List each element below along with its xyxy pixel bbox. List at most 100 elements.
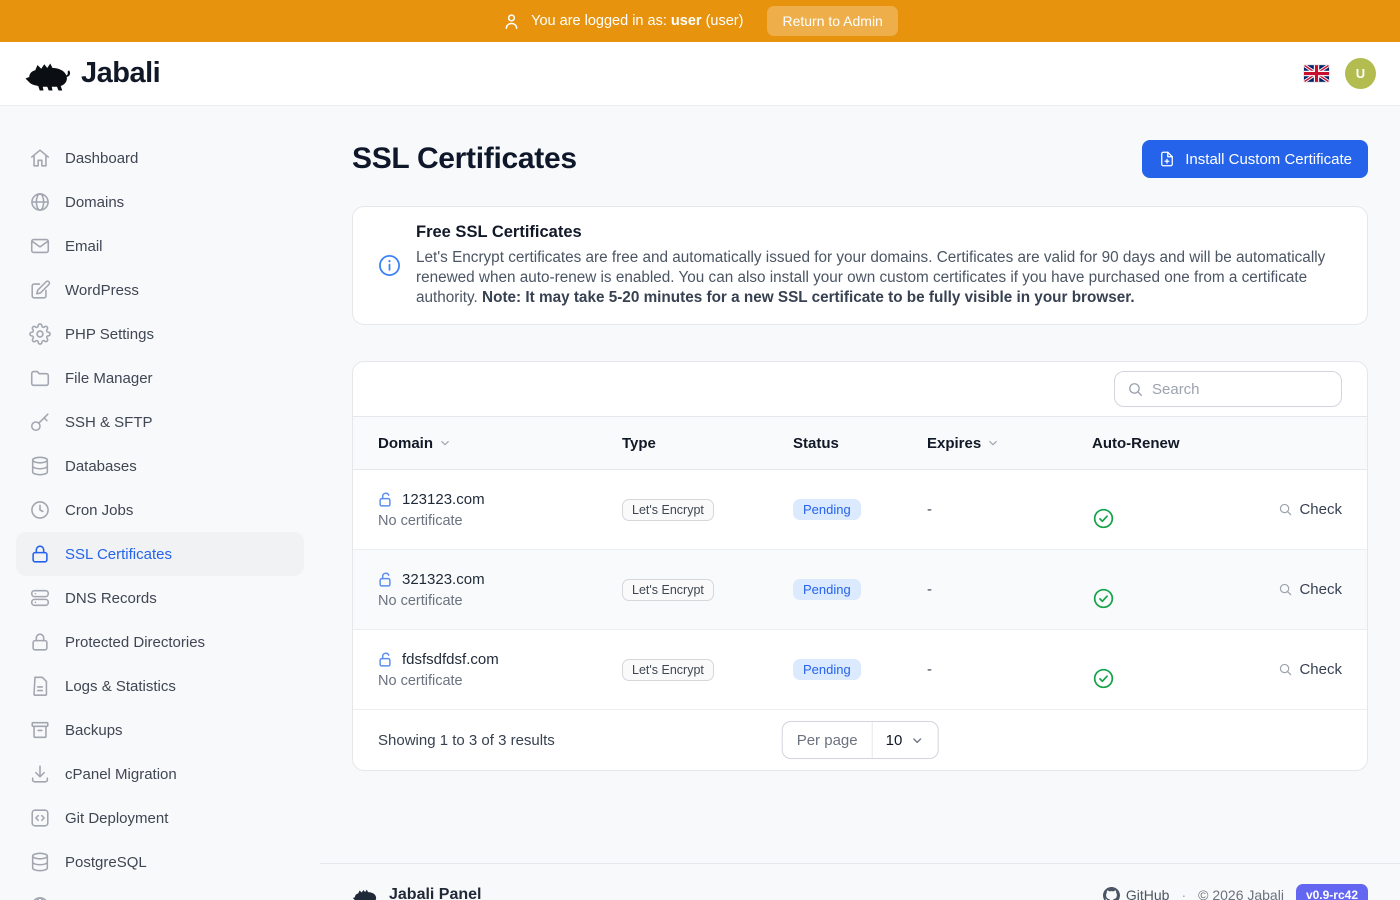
table-row: 123123.comNo certificateLet's EncryptPen… bbox=[353, 470, 1367, 550]
domain-cell: 123123.com No certificate bbox=[378, 491, 622, 529]
lock-open-icon bbox=[378, 651, 395, 668]
return-to-admin-button[interactable]: Return to Admin bbox=[767, 6, 897, 36]
sidebar-item-cpanel-migration[interactable]: cPanel Migration bbox=[16, 752, 304, 796]
info-card-title: Free SSL Certificates bbox=[416, 223, 1343, 242]
globe-icon bbox=[29, 895, 51, 900]
sidebar-item-databases[interactable]: Databases bbox=[16, 444, 304, 488]
file-plus-icon bbox=[1158, 150, 1176, 168]
domain-name[interactable]: 321323.com bbox=[402, 571, 485, 588]
sidebar-item-ssh-sftp[interactable]: SSH & SFTP bbox=[16, 400, 304, 444]
sidebar-item-label: Logs & Statistics bbox=[65, 678, 176, 695]
sidebar-item-label: File Manager bbox=[65, 370, 153, 387]
sidebar-item-protected-directories[interactable]: Protected Directories bbox=[16, 620, 304, 664]
sidebar-item-postgresql[interactable]: PostgreSQL bbox=[16, 840, 304, 884]
sort-chevron-down-icon[interactable] bbox=[438, 436, 452, 450]
auto-renew-cell bbox=[1092, 649, 1278, 690]
database-icon bbox=[29, 851, 51, 873]
sidebar-item-label: DNS Records bbox=[65, 590, 157, 607]
sidebar-item-label: SSL Certificates bbox=[65, 546, 172, 563]
user-avatar[interactable]: U bbox=[1345, 58, 1376, 89]
auto-renew-cell bbox=[1092, 569, 1278, 610]
code-icon bbox=[29, 807, 51, 829]
lock-open-icon bbox=[378, 571, 395, 588]
sidebar-item-wordpress[interactable]: WordPress bbox=[16, 268, 304, 312]
uk-flag-icon[interactable] bbox=[1304, 65, 1329, 82]
check-circle-icon[interactable] bbox=[1092, 667, 1278, 690]
search-icon bbox=[1278, 582, 1293, 597]
info-card-body: Let's Encrypt certificates are free and … bbox=[416, 248, 1343, 308]
brand[interactable]: Jabali bbox=[24, 56, 160, 92]
sidebar-item-label: WordPress bbox=[65, 282, 139, 299]
domain-line: 321323.com bbox=[378, 571, 622, 588]
column-header-expires[interactable]: Expires bbox=[927, 435, 1092, 452]
sidebar-item-email[interactable]: Email bbox=[16, 224, 304, 268]
sidebar-item-logs-statistics[interactable]: Logs & Statistics bbox=[16, 664, 304, 708]
page-title: SSL Certificates bbox=[352, 142, 577, 176]
lock-icon bbox=[29, 543, 51, 565]
sidebar-item-file-manager[interactable]: File Manager bbox=[16, 356, 304, 400]
boar-logo-icon bbox=[24, 56, 72, 92]
sidebar-item-clipped[interactable] bbox=[16, 884, 304, 900]
mail-icon bbox=[29, 235, 51, 257]
column-header-label: Domain bbox=[378, 435, 433, 452]
clock-icon bbox=[29, 499, 51, 521]
sort-chevron-down-icon[interactable] bbox=[986, 436, 1000, 450]
check-button-label: Check bbox=[1299, 501, 1342, 518]
sidebar-item-label: Domains bbox=[65, 194, 124, 211]
sidebar-item-ssl-certificates[interactable]: SSL Certificates bbox=[16, 532, 304, 576]
sidebar-item-label: PHP Settings bbox=[65, 326, 154, 343]
search-input[interactable] bbox=[1152, 381, 1329, 398]
domain-line: fdsfsdfdsf.com bbox=[378, 651, 622, 668]
edit-icon bbox=[29, 279, 51, 301]
sidebar-item-dashboard[interactable]: Dashboard bbox=[16, 136, 304, 180]
status-badge: Pending bbox=[793, 579, 861, 600]
sidebar-item-label: SSH & SFTP bbox=[65, 414, 153, 431]
brand-name: Jabali bbox=[81, 57, 160, 90]
lock-icon bbox=[29, 631, 51, 653]
sidebar-item-label: Databases bbox=[65, 458, 137, 475]
certificate-status-text: No certificate bbox=[378, 513, 622, 529]
column-header-type: Type bbox=[622, 435, 793, 452]
type-cell: Let's Encrypt bbox=[622, 659, 793, 681]
domain-name[interactable]: fdsfsdfdsf.com bbox=[402, 651, 499, 668]
search-icon bbox=[1127, 381, 1144, 398]
search-icon bbox=[1278, 502, 1293, 517]
logged-in-role: (user) bbox=[706, 13, 744, 29]
status-badge: Pending bbox=[793, 659, 861, 680]
check-button[interactable]: Check bbox=[1278, 661, 1342, 678]
sidebar-item-dns-records[interactable]: DNS Records bbox=[16, 576, 304, 620]
table-row: fdsfsdfdsf.comNo certificateLet's Encryp… bbox=[353, 630, 1367, 710]
domain-line: 123123.com bbox=[378, 491, 622, 508]
column-header-domain[interactable]: Domain bbox=[378, 435, 622, 452]
check-button[interactable]: Check bbox=[1278, 581, 1342, 598]
expires-value: - bbox=[927, 501, 1092, 518]
check-button-label: Check bbox=[1299, 581, 1342, 598]
column-header-label: Status bbox=[793, 435, 839, 452]
sidebar-item-label: Backups bbox=[65, 722, 123, 739]
sidebar-item-cron-jobs[interactable]: Cron Jobs bbox=[16, 488, 304, 532]
check-circle-icon[interactable] bbox=[1092, 507, 1278, 530]
sidebar-nav: Dashboard Domains Email WordPress PHP Settin… bbox=[0, 106, 320, 900]
results-summary: Showing 1 to 3 of 3 results bbox=[378, 732, 555, 749]
sidebar-item-domains[interactable]: Domains bbox=[16, 180, 304, 224]
user-icon bbox=[502, 12, 521, 31]
github-link[interactable]: GitHub bbox=[1103, 887, 1170, 900]
install-custom-certificate-button[interactable]: Install Custom Certificate bbox=[1142, 140, 1368, 178]
check-circle-icon[interactable] bbox=[1092, 587, 1278, 610]
check-button[interactable]: Check bbox=[1278, 501, 1342, 518]
sidebar-item-git-deployment[interactable]: Git Deployment bbox=[16, 796, 304, 840]
status-cell: Pending bbox=[793, 659, 927, 680]
sidebar-item-php-settings[interactable]: PHP Settings bbox=[16, 312, 304, 356]
footer-brand: Jabali Panel bbox=[352, 885, 482, 900]
domain-name[interactable]: 123123.com bbox=[402, 491, 485, 508]
version-badge[interactable]: v0.9-rc42 bbox=[1296, 884, 1368, 900]
sidebar-item-label: PostgreSQL bbox=[65, 854, 147, 871]
sidebar-item-label: cPanel Migration bbox=[65, 766, 177, 783]
gear-icon bbox=[29, 323, 51, 345]
per-page-label: Per page bbox=[783, 722, 873, 758]
server-icon bbox=[29, 587, 51, 609]
domain-cell: fdsfsdfdsf.comNo certificate bbox=[378, 651, 622, 689]
per-page-select[interactable]: Per page 10 bbox=[782, 721, 939, 759]
table-header-row: DomainTypeStatusExpiresAuto-Renew bbox=[353, 416, 1367, 470]
sidebar-item-backups[interactable]: Backups bbox=[16, 708, 304, 752]
